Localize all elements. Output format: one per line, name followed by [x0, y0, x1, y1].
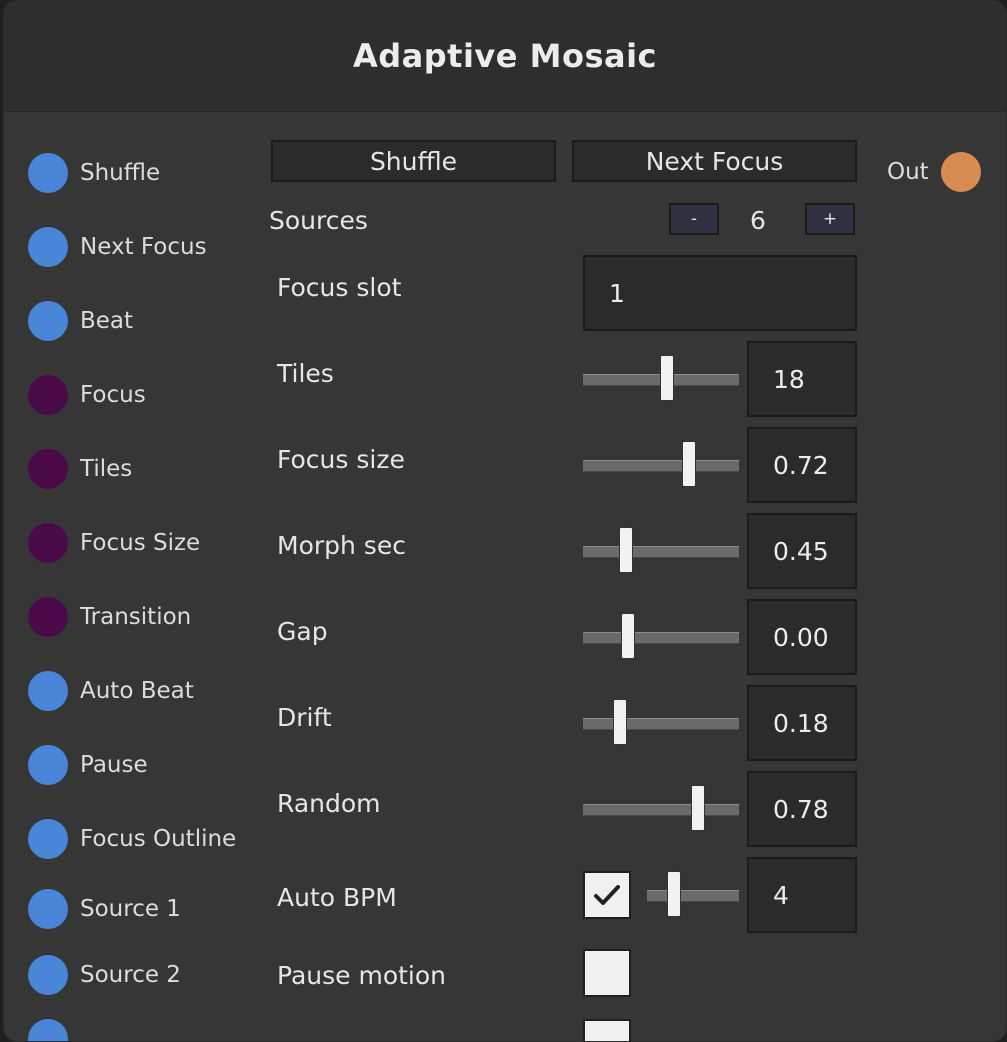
auto-bpm-label: Auto BPM	[277, 883, 397, 912]
gap-slider[interactable]	[583, 613, 739, 661]
focus-size-label: Focus size	[277, 445, 405, 474]
auto-bpm-value[interactable]: 4	[747, 857, 857, 933]
input-port-beat-dot[interactable]	[28, 301, 68, 341]
random-label: Random	[277, 789, 381, 818]
drift-slider-thumb[interactable]	[613, 699, 627, 745]
sources-increment-button[interactable]: +	[805, 203, 855, 235]
auto-bpm-checkbox[interactable]	[583, 871, 631, 919]
input-port-source-1-dot[interactable]	[28, 889, 68, 929]
input-port-source-1-label: Source 1	[80, 896, 181, 922]
next-focus-button[interactable]: Next Focus	[572, 140, 857, 182]
morph-sec-label: Morph sec	[277, 531, 406, 560]
output-port[interactable]: Out	[887, 152, 981, 192]
input-port-focus-size[interactable]: Focus Size	[28, 523, 200, 563]
gap-slider-thumb[interactable]	[621, 613, 635, 659]
input-port-pause-dot[interactable]	[28, 745, 68, 785]
gap-label: Gap	[277, 617, 328, 646]
input-port-focus-label: Focus	[80, 382, 146, 408]
checkmark-icon	[594, 885, 620, 905]
morph-sec-value[interactable]: 0.45	[747, 513, 857, 589]
random-value[interactable]: 0.78	[747, 771, 857, 847]
input-port-partial-dot[interactable]	[28, 1019, 68, 1041]
morph-sec-slider-thumb[interactable]	[619, 527, 633, 573]
sources-count: 6	[750, 206, 766, 235]
node-title: Adaptive Mosaic	[352, 37, 658, 75]
morph-sec-slider[interactable]	[583, 527, 739, 575]
tiles-slider-thumb[interactable]	[660, 355, 674, 401]
sources-decrement-button[interactable]: -	[669, 203, 719, 235]
input-port-source-2-dot[interactable]	[28, 955, 68, 995]
input-port-focus-outline-label: Focus Outline	[80, 826, 237, 852]
input-port-shuffle[interactable]: Shuffle	[28, 153, 160, 193]
input-port-shuffle-dot[interactable]	[28, 153, 68, 193]
input-port-focus-outline-dot[interactable]	[28, 819, 68, 859]
focus-size-slider[interactable]	[583, 441, 739, 489]
drift-label: Drift	[277, 703, 332, 732]
random-slider[interactable]	[583, 785, 739, 833]
mosaic-node[interactable]: Adaptive Mosaic Shuffle Next Focus Beat Foc…	[3, 0, 1007, 1042]
input-port-focus-dot[interactable]	[28, 375, 68, 415]
next-checkbox-partial[interactable]	[583, 1019, 631, 1041]
input-port-focus-outline[interactable]: Focus Outline	[28, 819, 236, 859]
focus-slot-field[interactable]: 1	[583, 255, 857, 331]
input-port-source-2-label: Source 2	[80, 962, 181, 988]
auto-bpm-slider[interactable]	[647, 871, 739, 919]
tiles-value[interactable]: 18	[747, 341, 857, 417]
node-titlebar[interactable]: Adaptive Mosaic	[4, 1, 1006, 112]
focus-size-slider-track[interactable]	[583, 460, 739, 472]
input-port-beat[interactable]: Beat	[28, 301, 133, 341]
input-port-auto-beat-label: Auto Beat	[80, 678, 194, 704]
input-port-next-focus[interactable]: Next Focus	[28, 227, 207, 267]
tiles-slider[interactable]	[583, 355, 739, 403]
input-port-tiles-label: Tiles	[80, 456, 133, 482]
output-port-dot[interactable]	[940, 152, 981, 192]
input-port-transition-label: Transition	[80, 604, 192, 630]
drift-slider-track[interactable]	[583, 718, 739, 730]
input-port-auto-beat[interactable]: Auto Beat	[28, 671, 194, 711]
morph-sec-slider-track[interactable]	[583, 546, 739, 558]
input-port-shuffle-label: Shuffle	[80, 160, 161, 186]
auto-bpm-slider-track[interactable]	[647, 890, 739, 902]
input-port-partial[interactable]	[28, 1019, 68, 1041]
tiles-label: Tiles	[277, 359, 334, 388]
gap-value[interactable]: 0.00	[747, 599, 857, 675]
input-port-source-1[interactable]: Source 1	[28, 889, 181, 929]
input-port-focus-size-dot[interactable]	[28, 523, 68, 563]
input-port-beat-label: Beat	[80, 308, 134, 334]
pause-motion-checkbox[interactable]	[583, 949, 631, 997]
focus-slot-label: Focus slot	[277, 273, 402, 302]
input-port-tiles-dot[interactable]	[28, 449, 68, 489]
random-slider-thumb[interactable]	[691, 785, 705, 831]
drift-slider[interactable]	[583, 699, 739, 747]
pause-motion-label: Pause motion	[277, 961, 447, 990]
gap-slider-track[interactable]	[583, 632, 739, 644]
input-port-focus[interactable]: Focus	[28, 375, 146, 415]
focus-size-value[interactable]: 0.72	[747, 427, 857, 503]
input-port-next-focus-label: Next Focus	[80, 234, 207, 260]
input-port-source-2[interactable]: Source 2	[28, 955, 181, 995]
auto-bpm-slider-thumb[interactable]	[667, 871, 681, 917]
input-port-pause[interactable]: Pause	[28, 745, 148, 785]
input-port-auto-beat-dot[interactable]	[28, 671, 68, 711]
focus-size-slider-thumb[interactable]	[682, 441, 696, 487]
input-port-next-focus-dot[interactable]	[28, 227, 68, 267]
input-port-tiles[interactable]: Tiles	[28, 449, 132, 489]
shuffle-button[interactable]: Shuffle	[271, 140, 556, 182]
drift-value[interactable]: 0.18	[747, 685, 857, 761]
output-port-label: Out	[887, 159, 929, 185]
random-slider-track[interactable]	[583, 804, 739, 816]
input-port-transition[interactable]: Transition	[28, 597, 191, 637]
input-port-transition-dot[interactable]	[28, 597, 68, 637]
sources-label: Sources	[269, 206, 368, 235]
input-port-focus-size-label: Focus Size	[80, 530, 201, 556]
input-port-pause-label: Pause	[80, 752, 148, 778]
